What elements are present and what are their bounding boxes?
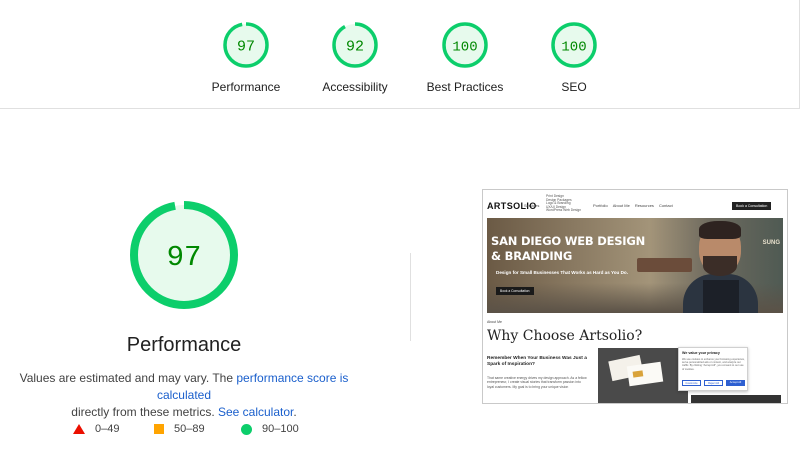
note-text: . — [293, 405, 297, 419]
gauge-label: Accessibility — [322, 80, 388, 94]
legend-range: 90–100 — [262, 423, 299, 435]
legend-pass: 90–100 — [241, 423, 299, 435]
gauge-label: Performance — [211, 80, 281, 94]
legend-fail: 0–49 — [73, 423, 119, 435]
hero-heading-line: SAN DIEGO WEB DESIGN — [491, 234, 646, 248]
gauge-accessibility[interactable]: 92 Accessibility — [300, 21, 410, 94]
gauge-label: SEO — [561, 80, 587, 94]
gauge-score: 100 — [452, 40, 477, 56]
performance-gauge-large: 97 — [130, 201, 238, 309]
thumb-nav-services: Services — [524, 203, 540, 208]
circle-icon — [241, 423, 252, 435]
legend-range: 50–89 — [174, 423, 205, 435]
thumb-nav-links: Portfolio About Me Resources Contact — [593, 203, 673, 208]
square-icon — [154, 424, 164, 434]
thumb-navbar: ARTSOLIO Services Print Design Design Pa… — [483, 190, 787, 218]
score-summary-bar: 97 Performance 92 Accessibility 100 Best… — [0, 0, 800, 109]
gauge-score: 100 — [561, 40, 586, 56]
thumb-nav-link: Resources — [634, 203, 654, 208]
thumb-cookie-banner: We value your privacy We use cookies to … — [678, 347, 748, 391]
cookie-accept-button: Accept All — [726, 380, 745, 386]
gauge-ring: 92 — [332, 22, 378, 68]
gauge-score: 97 — [237, 39, 255, 56]
hero-person-beard — [703, 256, 737, 276]
thumb-about-label: About Me — [487, 320, 502, 324]
triangle-icon — [73, 424, 85, 434]
gauge-performance[interactable]: 97 Performance — [191, 21, 301, 94]
hero-heading-line: & BRANDING — [491, 249, 573, 263]
thumb-nav-link: About Me — [612, 203, 630, 208]
thumb-hero-button: Book a Consultation — [496, 287, 534, 295]
thumb-remember-heading: Remember When Your Business Was Just a S… — [487, 356, 587, 367]
thumb-dark-strip — [691, 395, 781, 403]
thumb-why-heading: Why Choose Artsolio? — [487, 328, 643, 344]
final-screenshot-thumbnail[interactable]: ARTSOLIO Services Print Design Design Pa… — [482, 189, 788, 404]
cookie-reject-button: Reject All — [704, 380, 723, 386]
thumb-hero: SUNG SAN DIEGO WEB DESIGN & BRANDING Des… — [487, 218, 783, 313]
score-note: Values are estimated and may vary. The p… — [0, 370, 368, 421]
hero-sign: SUNG — [762, 240, 780, 246]
thumb-hero-subtitle: Design for Small Businesses That Works a… — [496, 270, 628, 275]
note-text: Values are estimated and may vary. The — [19, 371, 237, 385]
performance-title: Performance — [126, 334, 242, 356]
thumb-hero-heading: SAN DIEGO WEB DESIGN & BRANDING — [491, 234, 645, 264]
gauge-ring: 97 — [223, 22, 269, 68]
hero-person-hair — [699, 221, 741, 239]
hero-awning — [637, 258, 692, 272]
cookie-text: We use cookies to enhance your browsing … — [682, 358, 745, 371]
section-divider — [410, 253, 411, 341]
gauge-seo[interactable]: 100 SEO — [519, 21, 629, 94]
thumb-submenu-item: WordPress Web Design — [546, 208, 582, 213]
gauge-best-practices[interactable]: 100 Best Practices — [410, 21, 520, 94]
gauge-ring: 100 — [551, 22, 597, 68]
gauge-label: Best Practices — [426, 80, 504, 94]
cookie-customize-button: Customize — [682, 380, 701, 386]
legend-average: 50–89 — [154, 423, 205, 435]
thumb-submenu: Print Design Design Packages Logo & Bran… — [546, 194, 582, 213]
cookie-title: We value your privacy — [682, 351, 720, 355]
score-legend: 0–49 50–89 90–100 — [0, 423, 368, 439]
gauge-ring: 100 — [442, 22, 488, 68]
thumb-nav-link: Contact — [658, 203, 673, 208]
thumb-body-text: That same creative energy drives my desi… — [487, 376, 587, 389]
legend-range: 0–49 — [95, 423, 120, 435]
note-text: directly from these metrics. — [71, 405, 218, 419]
gauge-score: 92 — [346, 39, 364, 56]
thumb-nav-link: Portfolio — [593, 203, 608, 208]
thumb-nav-cta: Book a Consultation — [732, 202, 772, 210]
performance-score: 97 — [167, 241, 202, 274]
hero-person-apron — [703, 280, 739, 313]
see-calculator-link[interactable]: See calculator — [218, 405, 293, 419]
